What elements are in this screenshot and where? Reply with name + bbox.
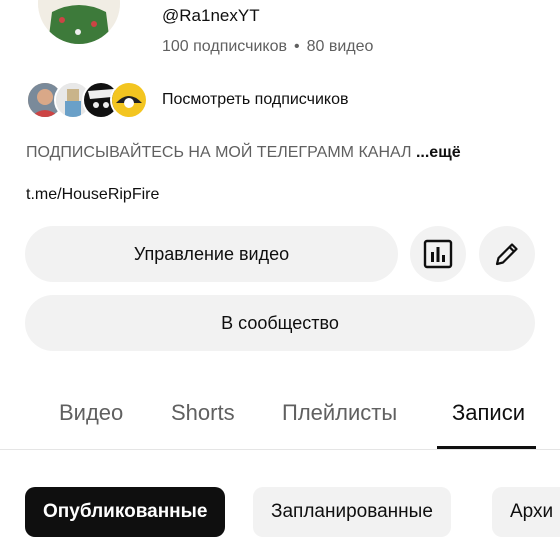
manage-videos-label: Управление видео [133,243,290,264]
tab-shorts[interactable]: Shorts [171,400,235,426]
tab-posts[interactable]: Записи [452,400,525,426]
edit-channel-button[interactable] [479,226,535,282]
analytics-button[interactable] [410,226,466,282]
subscriber-avatars[interactable] [26,81,150,119]
avatar-image [38,0,120,44]
filter-chip-archive[interactable]: Архи [492,487,560,537]
manage-videos-button[interactable]: Управление видео [25,226,398,282]
channel-avatar[interactable] [38,0,120,44]
active-tab-indicator [437,446,536,449]
tab-videos[interactable]: Видео [59,400,123,426]
tab-playlists[interactable]: Плейлисты [282,400,397,426]
subscriber-count: 100 подписчиков [162,38,287,55]
community-button[interactable]: В сообщество [25,295,535,351]
channel-description[interactable]: ПОДПИСЫВАЙТЕСЬ НА МОЙ ТЕЛЕГРАММ КАНАЛ ..… [26,144,461,162]
channel-stats: 100 подписчиков • 80 видео [162,38,373,56]
more-link[interactable]: ...ещё [416,144,461,161]
channel-tabs: Видео Shorts Плейлисты Записи [0,380,560,450]
bar-chart-icon [423,239,453,269]
channel-link[interactable]: t.me/HouseRipFire [26,186,159,204]
community-label: В сообщество [221,312,339,333]
pencil-icon [495,243,518,266]
description-text: ПОДПИСЫВАЙТЕСЬ НА МОЙ ТЕЛЕГРАММ КАНАЛ [26,144,416,161]
channel-handle: @Ra1nexYT [162,6,260,25]
filter-chip-scheduled[interactable]: Запланированные [253,487,451,537]
video-count: 80 видео [306,38,374,55]
subscriber-avatar [110,81,148,119]
filter-chip-published[interactable]: Опубликованные [25,487,226,537]
stats-separator: • [293,38,300,55]
view-subscribers-link[interactable]: Посмотреть подписчиков [162,91,348,109]
